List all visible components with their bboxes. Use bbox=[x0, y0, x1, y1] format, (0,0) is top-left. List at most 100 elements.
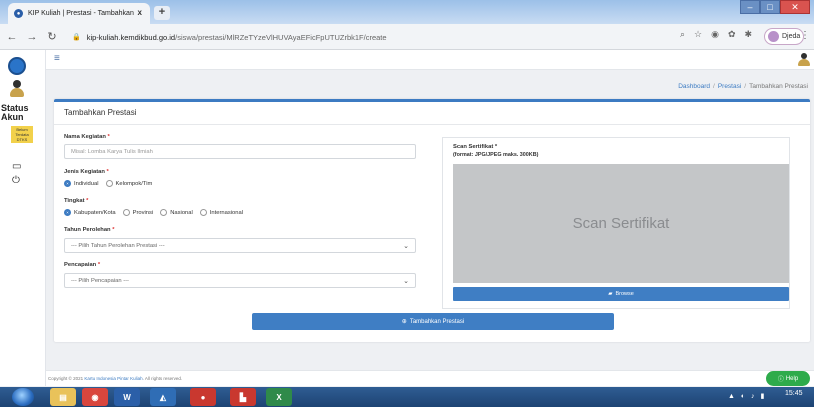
radio-kabupaten-kota[interactable]: Kabupaten/Kota bbox=[64, 209, 116, 216]
taskbar-app-icon[interactable]: ◭ bbox=[150, 388, 176, 406]
zoom-icon[interactable]: ⌕ bbox=[680, 29, 685, 40]
radio-internasional[interactable]: Internasional bbox=[199, 209, 243, 216]
required-mark: * bbox=[107, 134, 110, 140]
tab-title: KIP Kuliah | Prestasi - Tambahkan bbox=[28, 10, 134, 17]
tahun-perolehan-label: Tahun Perolehan * bbox=[64, 227, 115, 233]
address-bar: ← → ↻ 🔒 kip-kuliah.kemdikbud.go.id/siswa… bbox=[0, 24, 814, 50]
jenis-kegiatan-radio-group: Individual Kelompok/Tim bbox=[64, 180, 159, 187]
submit-label: Tambahkan Prestasi bbox=[409, 318, 465, 325]
radio-individual[interactable]: Individual bbox=[64, 180, 99, 187]
copyright-brand-link[interactable]: Kartu Indonesia Pintar Kuliah bbox=[84, 376, 142, 381]
radio-label: Kelompok/Tim bbox=[115, 180, 153, 187]
sidebar-avatar[interactable] bbox=[9, 80, 25, 98]
tahun-perolehan-label-text: Tahun Perolehan bbox=[64, 227, 111, 233]
star-icon[interactable]: ☆ bbox=[694, 29, 702, 40]
chevron-down-icon: ⌄ bbox=[403, 243, 409, 250]
window-controls: – □ ✕ bbox=[740, 0, 810, 14]
radio-circle-selected[interactable] bbox=[64, 209, 71, 216]
radio-circle[interactable] bbox=[105, 180, 113, 187]
lock-icon: 🔒 bbox=[72, 34, 81, 41]
reload-icon[interactable]: ↻ bbox=[44, 30, 60, 43]
window-close-button[interactable]: ✕ bbox=[780, 0, 810, 14]
radio-nasional[interactable]: Nasional bbox=[160, 209, 193, 216]
scan-format-hint: (format: JPG/JPEG maks. 300KB) bbox=[453, 152, 539, 158]
maximize-button[interactable]: □ bbox=[760, 0, 780, 14]
url-host: kip-kuliah.kemdikbud.go.id bbox=[86, 32, 176, 42]
required-mark: * bbox=[106, 169, 109, 175]
start-button[interactable] bbox=[12, 388, 34, 406]
tahun-perolehan-select[interactable]: --- Pilih Tahun Perolehan Prestasi --- ⌄ bbox=[64, 238, 416, 253]
taskbar-explorer-icon[interactable]: ▤ bbox=[50, 388, 76, 406]
user-avatar[interactable] bbox=[798, 53, 810, 67]
breadcrumb-prestasi[interactable]: Prestasi bbox=[718, 83, 741, 90]
folder-icon: ▰ bbox=[608, 291, 613, 297]
taskbar-app-icon[interactable]: ● bbox=[190, 388, 216, 406]
app-logo[interactable] bbox=[8, 57, 26, 75]
profile-button[interactable]: Djeda bbox=[764, 28, 804, 45]
radio-label: Nasional bbox=[170, 209, 193, 216]
extension-icon[interactable]: ✿ bbox=[728, 29, 736, 40]
select-value: --- Pilih Pencapaian --- bbox=[71, 277, 129, 284]
required-mark: * bbox=[97, 262, 101, 268]
taskbar-clock: 15:45 bbox=[785, 390, 803, 397]
pencapaian-select[interactable]: --- Pilih Pencapaian --- ⌄ bbox=[64, 273, 416, 288]
extension-icon[interactable]: ◉ bbox=[711, 29, 719, 40]
radio-circle[interactable] bbox=[199, 209, 207, 216]
radio-circle-selected[interactable] bbox=[64, 180, 71, 187]
required-mark: * bbox=[112, 227, 115, 233]
new-tab-button[interactable]: + bbox=[154, 6, 170, 20]
back-arrow-icon[interactable]: ← bbox=[4, 31, 20, 43]
taskbar-word-icon[interactable]: W bbox=[114, 388, 140, 406]
scan-preview-image: Scan Sertifikat bbox=[453, 164, 789, 283]
taskbar-pdf-icon[interactable]: ▙ bbox=[230, 388, 256, 406]
help-label: Help bbox=[785, 375, 799, 382]
breadcrumb-current: Tambahkan Prestasi bbox=[749, 83, 808, 90]
hamburger-icon[interactable]: ≡ bbox=[54, 53, 60, 64]
avatar-head bbox=[13, 80, 21, 88]
radio-label: Provinsi bbox=[132, 209, 154, 216]
menu-kebab-icon[interactable]: ⋮ bbox=[800, 30, 810, 41]
url-field[interactable]: 🔒 kip-kuliah.kemdikbud.go.id/siswa/prest… bbox=[72, 28, 672, 46]
forward-arrow-icon[interactable]: → bbox=[24, 31, 40, 43]
required-mark: * bbox=[86, 198, 89, 204]
extension-icon[interactable]: ✱ bbox=[745, 29, 753, 40]
radio-label: Individual bbox=[74, 180, 99, 187]
minimize-button[interactable]: – bbox=[740, 0, 760, 14]
tambahkan-prestasi-button[interactable]: ⊕ Tambahkan Prestasi bbox=[252, 313, 614, 330]
jenis-kegiatan-label-text: Jenis Kegiatan bbox=[64, 169, 105, 175]
help-button[interactable]: ⓘ Help bbox=[766, 371, 810, 386]
browser-tab[interactable]: ● KIP Kuliah | Prestasi - Tambahkan x bbox=[8, 3, 150, 24]
browser-tab-strip: ● KIP Kuliah | Prestasi - Tambahkan x + … bbox=[0, 0, 814, 24]
tab-close-icon[interactable]: x bbox=[138, 8, 142, 17]
form-card: Tambahkan Prestasi Nama Kegiatan * Misal… bbox=[54, 99, 810, 342]
top-navbar: ≡ bbox=[46, 50, 814, 70]
power-icon[interactable]: ⏻ bbox=[12, 175, 20, 186]
pencapaian-label-text: Pencapaian bbox=[64, 262, 97, 268]
status-badge: Belum Terdata DTKS bbox=[11, 126, 33, 143]
taskbar-excel-icon[interactable]: X bbox=[266, 388, 292, 406]
breadcrumb-dashboard[interactable]: Dashboard bbox=[678, 83, 710, 90]
breadcrumb: Dashboard / Prestasi / Tambahkan Prestasi bbox=[678, 83, 808, 90]
tab-favicon: ● bbox=[14, 9, 23, 18]
browse-button[interactable]: ▰ Browse bbox=[453, 287, 789, 301]
help-icon: ⓘ bbox=[777, 377, 784, 383]
radio-circle[interactable] bbox=[160, 209, 168, 216]
scan-label-text: Scan Sertifikat bbox=[453, 144, 494, 150]
scan-sertifikat-panel: Scan Sertifikat * (format: JPG/JPEG maks… bbox=[442, 137, 790, 309]
avatar-body bbox=[10, 88, 24, 97]
card-icon[interactable]: ▭ bbox=[12, 161, 21, 172]
radio-provinsi[interactable]: Provinsi bbox=[122, 209, 154, 216]
copyright-text: Copyright © 2021 Kartu Indonesia Pintar … bbox=[48, 376, 182, 381]
system-tray-icons[interactable]: ▲ ◐ ♪ ▮ bbox=[728, 392, 766, 400]
copyright-prefix: Copyright © 2021 bbox=[48, 376, 84, 381]
tingkat-label: Tingkat * bbox=[64, 198, 88, 204]
status-akun-label: Status Akun bbox=[1, 103, 29, 122]
required-mark: * bbox=[494, 144, 498, 150]
radio-kelompok-tim[interactable]: Kelompok/Tim bbox=[105, 180, 153, 187]
radio-circle[interactable] bbox=[122, 209, 130, 216]
chevron-down-icon: ⌄ bbox=[403, 278, 409, 285]
tingkat-label-text: Tingkat bbox=[64, 198, 85, 204]
plus-circle-icon: ⊕ bbox=[401, 319, 407, 325]
nama-kegiatan-input[interactable]: Misal: Lomba Karya Tulis Ilmiah bbox=[64, 144, 416, 159]
taskbar-chrome-icon[interactable]: ◉ bbox=[82, 388, 108, 406]
